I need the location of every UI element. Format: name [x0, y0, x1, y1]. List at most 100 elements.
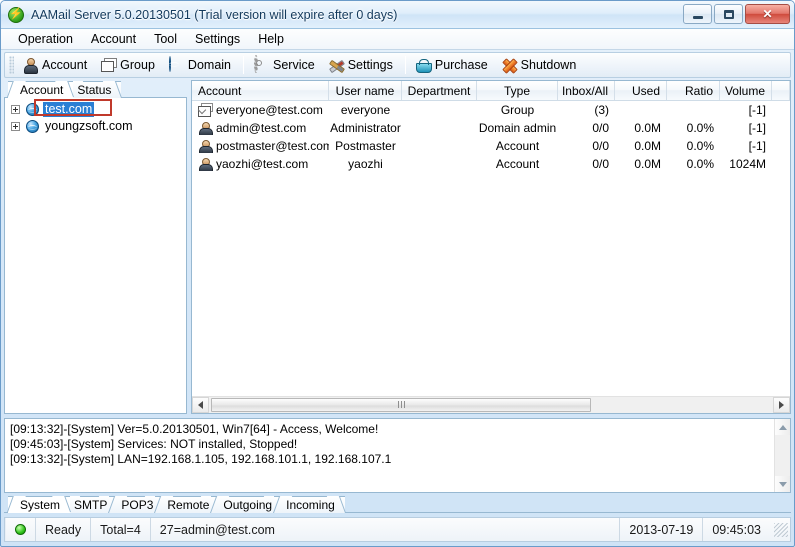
menu-item-tool[interactable]: Tool: [145, 30, 186, 48]
cell-account-text: everyone@test.com: [216, 103, 323, 117]
cell-type: Account: [495, 157, 540, 171]
tab-incoming-label: Incoming: [286, 498, 335, 512]
tab-account-label: Account: [20, 83, 64, 97]
account-list-body[interactable]: everyone@test.com everyone Group (3) [-1…: [192, 101, 790, 396]
log-line: [09:45:03]-[System] Services: NOT instal…: [10, 437, 298, 451]
cell-account: admin@test.com: [192, 121, 329, 135]
menu-bar: Operation Account Tool Settings Help: [1, 29, 794, 50]
orange-x-icon: [501, 57, 517, 73]
table-row[interactable]: yaozhi@test.com yaozhi Account 0/0 0.0M …: [192, 155, 790, 173]
cell-account-text: yaozhi@test.com: [216, 157, 309, 171]
menu-item-settings[interactable]: Settings: [186, 30, 249, 48]
maximize-button[interactable]: [714, 4, 743, 24]
menu-item-account[interactable]: Account: [82, 30, 145, 48]
table-row[interactable]: everyone@test.com everyone Group (3) [-1…: [192, 101, 790, 119]
tab-status-label: Status: [77, 83, 112, 97]
cell-user-name: yaozhi: [348, 157, 383, 171]
cell-volume: [-1]: [748, 121, 766, 135]
tab-outgoing-label: Outgoing: [223, 498, 273, 512]
scroll-down-button[interactable]: [775, 476, 790, 492]
cell-ratio: 0.0%: [686, 121, 714, 135]
minimize-icon: [692, 15, 703, 19]
cell-inbox-all: 0/0: [592, 139, 609, 153]
menu-item-operation[interactable]: Operation: [9, 30, 82, 48]
toolbar-separator-1: [243, 56, 244, 74]
toolbar-grip[interactable]: [9, 56, 14, 74]
toolbar-service-button[interactable]: Service: [248, 54, 323, 76]
toolbar-group-label: Group: [120, 58, 155, 72]
tab-system[interactable]: System: [8, 496, 71, 513]
cell-used: 0.0M: [634, 157, 661, 171]
column-header-user-name[interactable]: User name: [329, 81, 402, 100]
scroll-up-button[interactable]: [775, 419, 790, 435]
account-list-pane: Account User name Department Type Inbox/…: [191, 80, 791, 414]
log-vertical-scrollbar[interactable]: [774, 419, 790, 492]
log-line: [09:13:32]-[System] LAN=192.168.1.105, 1…: [10, 452, 392, 466]
cell-account: yaozhi@test.com: [192, 157, 329, 171]
scroll-up-icon: [778, 424, 787, 430]
toolbar-service-label: Service: [273, 58, 315, 72]
cell-inbox-all: 0/0: [592, 157, 609, 171]
toolbar-domain-button[interactable]: Domain: [163, 54, 239, 76]
column-header-inbox-all[interactable]: Inbox/All: [558, 81, 615, 100]
toolbar-purchase-button[interactable]: Purchase: [410, 54, 496, 76]
column-header-ratio[interactable]: Ratio: [667, 81, 720, 100]
close-icon: ✕: [762, 7, 773, 21]
toolbar-settings-button[interactable]: Settings: [323, 54, 401, 76]
column-header-used[interactable]: Used: [615, 81, 667, 100]
status-bar: Ready Total=4 27=admin@test.com 2013-07-…: [4, 517, 791, 542]
menu-item-help[interactable]: Help: [249, 30, 293, 48]
tab-incoming[interactable]: Incoming: [274, 496, 345, 513]
cell-volume: 1024M: [729, 157, 766, 171]
tab-account[interactable]: Account: [8, 81, 74, 98]
log-panel: [09:13:32]-[System] Ver=5.0.20130501, Wi…: [4, 418, 791, 493]
status-total: Total=4: [91, 518, 151, 541]
globe-icon: [168, 56, 171, 72]
hscroll-thumb[interactable]: [211, 397, 591, 412]
globe-icon: [26, 103, 39, 116]
app-lightning-icon: [8, 6, 24, 23]
cell-ratio: 0.0%: [686, 157, 714, 171]
column-header-account[interactable]: Account: [192, 81, 329, 100]
column-header-type[interactable]: Type: [477, 81, 558, 100]
tree-item-label: youngzsoft.com: [45, 119, 133, 133]
tree-item-test-com[interactable]: test.com: [5, 99, 186, 118]
thumb-grip-icon: [397, 401, 405, 408]
window-controls: ✕: [683, 4, 790, 24]
tab-outgoing[interactable]: Outgoing: [211, 496, 283, 513]
table-row[interactable]: admin@test.com Administrator Domain admi…: [192, 119, 790, 137]
person-icon: [198, 157, 213, 171]
log-text-area[interactable]: [09:13:32]-[System] Ver=5.0.20130501, Wi…: [5, 419, 774, 492]
log-tabstrip: System SMTP POP3 Remote Outgoing Incomin…: [4, 495, 791, 513]
scroll-right-button[interactable]: [773, 397, 790, 413]
left-tabstrip: Account Status: [4, 80, 187, 98]
cell-type: Group: [500, 103, 535, 117]
toolbar-shutdown-button[interactable]: Shutdown: [496, 54, 585, 76]
scroll-left-button[interactable]: [192, 397, 209, 413]
domain-tree[interactable]: test.com youngzsoft.com: [4, 98, 187, 414]
toolbar-group-button[interactable]: Group: [95, 54, 163, 76]
table-row[interactable]: postmaster@test.com Postmaster Account 0…: [192, 137, 790, 155]
minimize-button[interactable]: [683, 4, 712, 24]
column-header-filler: [772, 81, 790, 100]
resize-grip[interactable]: [774, 522, 788, 537]
toolbar: Account Group Domain Service Settings Pu…: [4, 52, 791, 78]
expander-plus-icon[interactable]: [11, 105, 20, 114]
scroll-down-icon: [778, 481, 787, 487]
scroll-right-icon: [779, 401, 784, 409]
cell-type: Account: [495, 139, 540, 153]
tree-item-label: test.com: [43, 102, 95, 117]
status-connection: 27=admin@test.com: [159, 522, 275, 537]
cell-type: Domain admin: [478, 121, 557, 135]
expander-plus-icon[interactable]: [11, 122, 20, 131]
tree-item-youngzsoft-com[interactable]: youngzsoft.com: [5, 118, 186, 135]
tools-icon: [328, 57, 344, 73]
maximize-icon: [723, 9, 734, 19]
toolbar-account-button[interactable]: Account: [17, 54, 95, 76]
column-header-volume[interactable]: Volume: [720, 81, 772, 100]
account-list-horizontal-scrollbar[interactable]: [192, 396, 790, 413]
close-button[interactable]: ✕: [745, 4, 790, 24]
column-header-department[interactable]: Department: [402, 81, 477, 100]
hscroll-track[interactable]: [209, 397, 773, 414]
toolbar-separator-2: [404, 56, 406, 74]
